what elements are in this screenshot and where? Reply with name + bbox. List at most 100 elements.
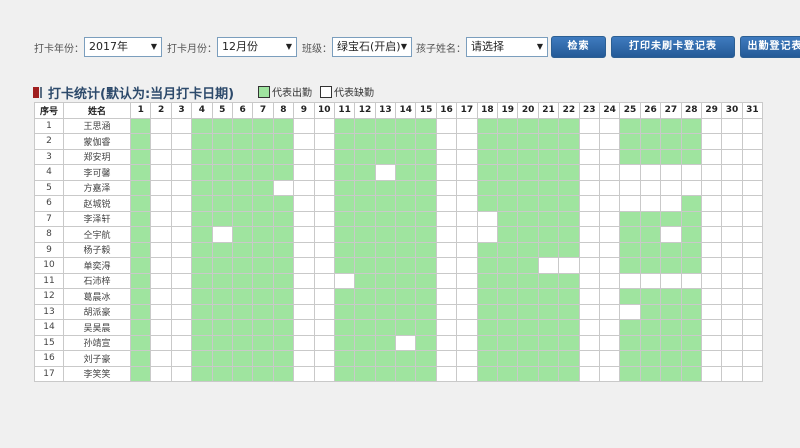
attendance-cell (558, 365, 580, 382)
attendance-cell (313, 117, 335, 134)
attendance-cell (558, 133, 580, 150)
attendance-cell (354, 272, 376, 289)
attendance-cell (170, 226, 193, 243)
attendance-cell (721, 334, 743, 351)
attendance-cell (211, 288, 233, 305)
attendance-cell (497, 303, 519, 320)
attendance-cell (231, 195, 254, 212)
attendance-cell (354, 133, 376, 150)
attendance-cell (252, 179, 274, 196)
attendance-cell (211, 350, 233, 367)
student-name: 刘子豪 (63, 350, 131, 367)
attendance-cell (415, 117, 437, 134)
attendance-cell (578, 148, 600, 165)
attendance-cell (598, 179, 621, 196)
attendance-cell (374, 288, 397, 305)
chevron-down-icon: ▼ (150, 42, 157, 51)
attendance-cell (272, 133, 295, 150)
day-header: 1 (129, 102, 152, 119)
student-name: 仝宇航 (63, 226, 131, 243)
attendance-cell (497, 117, 519, 134)
attendance-cell (639, 241, 662, 258)
attendance-cell (129, 303, 152, 320)
attendance-cell (598, 226, 621, 243)
attendance-cell (395, 272, 417, 289)
attendance-cell (252, 148, 274, 165)
attendance-cell (456, 257, 478, 274)
attendance-cell (395, 179, 417, 196)
attendance-cell (231, 303, 254, 320)
attendance-cell (333, 241, 356, 258)
table-row: 2 蒙伽睿 (34, 133, 764, 150)
attendance-cell (211, 334, 233, 351)
attendance-cell (456, 179, 478, 196)
day-header: 21 (537, 102, 560, 119)
attendance-cell (537, 117, 560, 134)
child-select[interactable]: 请选择 ▼ (466, 37, 548, 57)
attendance-cell (395, 241, 417, 258)
attendance-cell (558, 272, 580, 289)
attendance-cell (578, 195, 600, 212)
day-header: 19 (497, 102, 519, 119)
attendance-cell (700, 257, 723, 274)
attendance-cell (741, 257, 764, 274)
attendance-cell (272, 148, 295, 165)
attendance-cell (272, 334, 295, 351)
attendance-cell (558, 303, 580, 320)
attendance-cell (639, 133, 662, 150)
attendance-cell (721, 272, 743, 289)
attendance-cell (435, 288, 458, 305)
attendance-cell (333, 272, 356, 289)
attendance-cell (333, 319, 356, 336)
student-name: 胡派豪 (63, 303, 131, 320)
year-select[interactable]: 2017年 ▼ (84, 37, 162, 57)
attendance-cell (680, 133, 702, 150)
print-unswiped-button[interactable]: 打印未刷卡登记表 (611, 36, 735, 58)
month-select[interactable]: 12月份 ▼ (217, 37, 297, 57)
attendance-cell (395, 210, 417, 227)
attendance-cell (293, 350, 315, 367)
attendance-cell (191, 350, 213, 367)
attendance-cell (700, 133, 723, 150)
attendance-cell (741, 133, 764, 150)
attendance-cell (619, 210, 641, 227)
attendance-cell (374, 319, 397, 336)
day-header: 18 (476, 102, 499, 119)
row-index: 1 (34, 117, 64, 134)
attendance-cell (395, 257, 417, 274)
child-value: 请选择 (471, 40, 504, 53)
attendance-cell (741, 350, 764, 367)
attendance-cell (252, 350, 274, 367)
attendance-register-button[interactable]: 出勤登记表 (740, 36, 800, 58)
day-header: 13 (374, 102, 397, 119)
attendance-cell (272, 257, 295, 274)
attendance-cell (558, 210, 580, 227)
table-row: 8 仝宇航 (34, 226, 764, 243)
attendance-cell (639, 148, 662, 165)
attendance-cell (435, 117, 458, 134)
attendance-cell (313, 350, 335, 367)
attendance-cell (252, 210, 274, 227)
attendance-cell (558, 288, 580, 305)
attendance-cell (476, 288, 499, 305)
attendance-cell (170, 272, 193, 289)
attendance-cell (293, 303, 315, 320)
attendance-cell (537, 148, 560, 165)
search-button[interactable]: 检索 (551, 36, 606, 58)
attendance-cell (476, 164, 499, 181)
attendance-cell (517, 319, 539, 336)
day-header: 4 (191, 102, 213, 119)
attendance-cell (639, 164, 662, 181)
attendance-cell (680, 365, 702, 382)
attendance-cell (558, 319, 580, 336)
attendance-cell (211, 241, 233, 258)
attendance-cell (476, 303, 499, 320)
attendance-cell (231, 117, 254, 134)
attendance-cell (497, 350, 519, 367)
class-select[interactable]: 绿宝石(开启) ▼ (332, 37, 412, 57)
attendance-cell (150, 350, 172, 367)
day-header: 26 (639, 102, 662, 119)
attendance-cell (578, 334, 600, 351)
attendance-cell (374, 365, 397, 382)
attendance-cell (619, 241, 641, 258)
